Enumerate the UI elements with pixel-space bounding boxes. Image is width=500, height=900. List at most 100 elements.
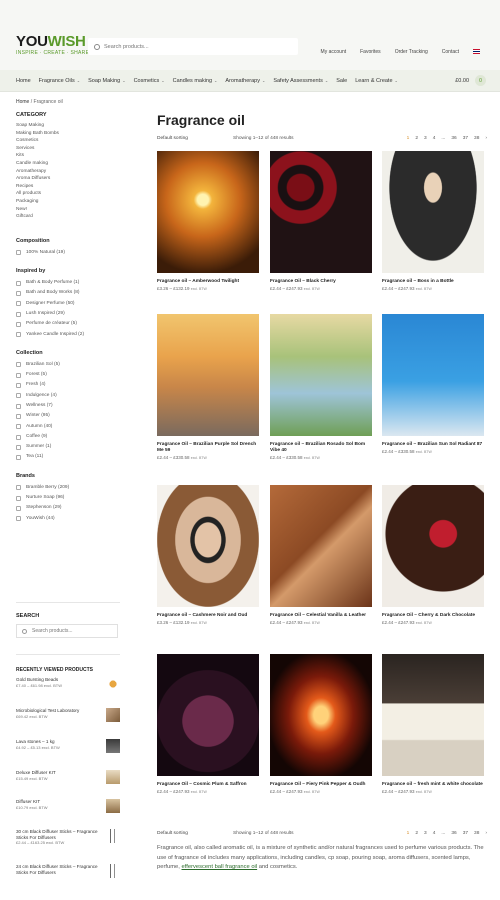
sidebar-search[interactable]: Search products... [16,624,118,638]
filter-option[interactable]: Brazilian Sol (5) [16,360,126,370]
recent-product-thumbnail[interactable] [106,799,120,813]
product-name[interactable]: Fragrance Oil – Fiery Pink Pepper & Oudh [270,782,372,788]
product-card[interactable]: Fragrance oil – Cashmere Noir and Oud £3.… [157,485,259,625]
category-link[interactable]: Candle making [16,160,126,168]
category-link[interactable]: Packaging [16,198,126,206]
filter-option[interactable]: Fresh (4) [16,380,126,390]
page-link[interactable]: 2 [415,136,418,141]
checkbox[interactable] [16,413,21,419]
next-page-icon[interactable]: › [485,831,487,836]
sort-select[interactable]: Default sorting [157,831,188,836]
category-link[interactable]: Making Bath Bombs [16,130,126,138]
checkbox[interactable] [16,455,21,461]
product-name[interactable]: Fragrance oil – Amberwood Twilight [157,279,259,285]
checkbox[interactable] [16,506,21,511]
filter-option[interactable]: Winter (95) [16,411,126,421]
product-name[interactable]: Fragrance oil – Brazilian Sun Sol Radian… [382,442,484,448]
filter-option[interactable]: Indulgence (4) [16,391,126,401]
recent-product-name[interactable]: 24 cm Black Diffuser Sticks – Fragrance … [16,864,98,875]
product-name[interactable]: Fragrance oil – Boss in a Bottle [382,279,484,285]
product-card[interactable]: Fragrance oil – Brazilian Rosado Sol Bom… [270,314,372,460]
filter-option[interactable]: Stephenson (29) [16,503,126,513]
checkbox[interactable] [16,383,21,389]
category-link[interactable]: Giftcard [16,213,126,221]
filter-option[interactable]: Nurture Soap (96) [16,493,126,503]
product-image[interactable] [382,485,484,607]
recent-product[interactable]: 24 cm Black Diffuser Sticks – Fragrance … [16,864,126,886]
checkbox[interactable] [16,290,21,296]
nav-item[interactable]: Safety Assessments ⌄ [273,78,328,84]
page-link[interactable]: 37 [463,831,468,836]
filter-option[interactable]: Forest (5) [16,370,126,380]
nav-item[interactable]: Home [16,78,31,84]
product-card[interactable]: Fragrance Oil – Celestial Vanilla & Leat… [270,485,372,625]
product-card[interactable]: Fragrance oil – Amberwood Twilight £3.26 … [157,151,259,291]
category-link[interactable]: Cosmetics [16,137,126,145]
cart-icon[interactable]: 0 [475,75,486,86]
product-card[interactable]: Fragrance Oil – Cosmic Plum & Saffron £2.… [157,654,259,794]
site-logo[interactable]: YOUWISH INSPIRE · CREATE · SHARE [16,34,89,56]
product-card[interactable]: Fragrance Oil – Black Cherry £2.44 – £247… [270,151,372,291]
product-name[interactable]: Fragrance Oil – Cherry & Dark Chocolate [382,613,484,619]
nav-item[interactable]: Sale [336,78,347,84]
category-link[interactable]: Recipes [16,183,126,191]
checkbox[interactable] [16,403,21,409]
recent-product-thumbnail[interactable] [106,739,120,753]
product-image[interactable] [270,485,372,607]
recent-product[interactable]: Diffuser KIT £10.79 excl. BTW [16,799,126,821]
recent-product[interactable]: Deluxe Diffuser KIT £15.49 excl. BTW [16,770,126,792]
filter-option[interactable]: 100% Natural (19) [16,248,126,258]
page-link[interactable]: 36 [451,136,456,141]
checkbox[interactable] [16,321,21,327]
filter-option[interactable]: Perfume de créateur (5) [16,319,126,329]
category-link[interactable]: All products [16,190,126,198]
checkbox[interactable] [16,311,21,317]
recent-product-thumbnail[interactable] [106,770,120,784]
recent-product-name[interactable]: 30 cm Black Diffuser Sticks – Fragrance … [16,829,98,840]
favorites-link[interactable]: Favorites [360,49,381,55]
description-link[interactable]: effervescent ball fragrance oil [182,864,258,870]
checkbox[interactable] [16,393,21,399]
filter-option[interactable]: Yankee Candle Inspired (2) [16,330,126,340]
product-card[interactable]: Fragrance Oil – Cherry & Dark Chocolate £… [382,485,484,625]
product-card[interactable]: Fragrance oil – Brazilian Sun Sol Radian… [382,314,484,454]
recent-product-thumbnail[interactable] [106,677,120,691]
checkbox[interactable] [16,434,21,440]
order-tracking-link[interactable]: Order Tracking [395,49,428,55]
category-link[interactable]: Soap Making [16,122,126,130]
page-link[interactable]: 2 [415,831,418,836]
contact-link[interactable]: Contact [442,49,459,55]
page-link[interactable]: 3 [424,136,427,141]
breadcrumb-home[interactable]: Home [16,99,29,105]
filter-option[interactable]: Tea (11) [16,452,126,462]
product-card[interactable]: Fragrance Oil – Fiery Pink Pepper & Oudh… [270,654,372,794]
recent-product[interactable]: Microbiological Test Laboratory £69.42 ex… [16,708,126,730]
product-name[interactable]: Fragrance oil – Brazilian Rosado Sol Bom… [270,442,372,454]
product-image[interactable] [270,314,372,436]
nav-item[interactable]: Fragrance Oils ⌄ [39,78,80,84]
filter-option[interactable]: Bramble Berry (209) [16,483,126,493]
recent-product-thumbnail[interactable] [106,829,120,843]
search-icon[interactable] [94,43,100,50]
header-search-input[interactable] [104,43,284,50]
product-name[interactable]: Fragrance Oil – Cosmic Plum & Saffron [157,782,259,788]
filter-option[interactable]: Bath and Body Works (8) [16,288,126,298]
page-link[interactable]: 1 [407,136,410,141]
page-link[interactable]: 3 [424,831,427,836]
uk-flag-icon[interactable] [473,49,480,54]
sidebar-search-input[interactable]: Search products... [32,628,73,634]
category-link[interactable]: Aromatherapy [16,168,126,176]
nav-item[interactable]: Cosmetics ⌄ [134,78,165,84]
sort-select[interactable]: Default sorting [157,136,188,141]
product-image[interactable] [382,314,484,436]
product-card[interactable]: Fragrance Oil – Brazilian Purple Sol Dre… [157,314,259,460]
recent-product-thumbnail[interactable] [106,864,120,878]
product-image[interactable] [382,151,484,273]
category-link[interactable]: Kits [16,152,126,160]
product-card[interactable]: Fragrance oil – fresh mint & white choco… [382,654,484,794]
cart[interactable]: £0.00 0 [455,75,486,86]
product-image[interactable] [157,654,259,776]
checkbox[interactable] [16,495,21,501]
recent-product[interactable]: Gold Bursting Beads £7.40 – £61.98 excl. … [16,677,126,699]
product-name[interactable]: Fragrance oil – Cashmere Noir and Oud [157,613,259,619]
